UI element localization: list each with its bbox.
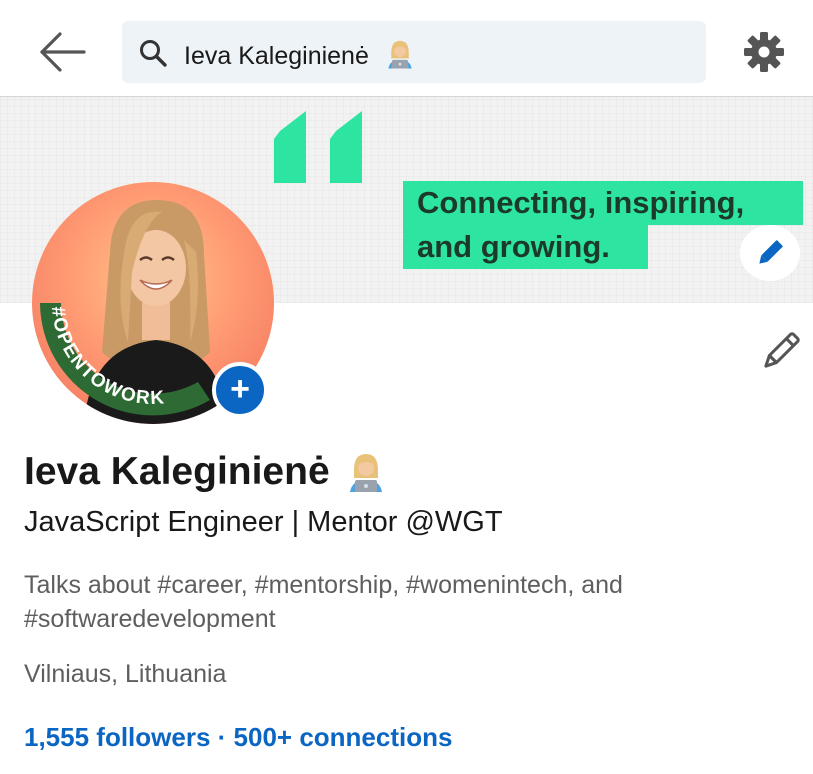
search-query-text: Ieva Kaleginienė [184,38,416,71]
pencil-icon [764,332,800,368]
settings-button[interactable] [742,30,786,74]
network-stats: 1,555 followers · 500+ connections [24,722,452,753]
technologist-emoji-icon [388,40,412,69]
banner-quote-line1: Connecting, inspiring, [403,181,803,225]
search-input[interactable]: Ieva Kaleginienė [122,21,706,83]
connections-link[interactable]: 500+ connections [234,722,453,752]
technologist-emoji-icon [350,454,383,492]
add-photo-button[interactable]: + [212,362,268,418]
gear-icon [744,32,784,72]
svg-text:#OPENTOWORK: #OPENTOWORK [47,305,166,409]
edit-banner-button[interactable] [740,225,800,281]
profile-topics: Talks about #career, #mentorship, #women… [24,571,623,633]
arrow-left-icon [40,32,86,72]
profile-headline: JavaScript Engineer | Mentor @WGT [24,506,503,538]
search-query-value: Ieva Kaleginienė [184,42,369,70]
quote-mark-icon [274,111,362,183]
plus-icon: + [230,370,250,408]
profile-location: Vilniaus, Lithuania [24,660,227,688]
profile-name: Ieva Kaleginienė [24,450,330,493]
back-button[interactable] [36,28,90,76]
banner-quote-line2: and growing. [403,225,648,269]
stats-separator: · [210,722,234,752]
profile-name-row: Ieva Kaleginienė [24,450,386,506]
top-bar: Ieva Kaleginienė [0,0,813,97]
followers-link[interactable]: 1,555 followers [24,722,210,752]
edit-profile-button[interactable] [754,326,806,378]
pencil-icon [759,240,783,264]
search-icon [140,40,167,67]
open-to-work-badge: #OPENTOWORK [47,305,165,409]
